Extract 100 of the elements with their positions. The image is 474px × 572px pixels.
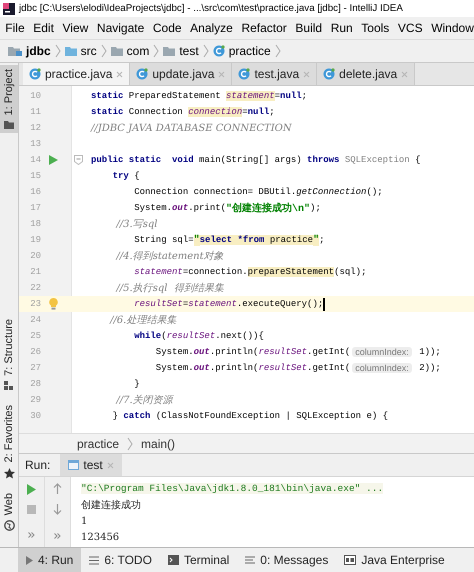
close-icon[interactable] [401, 70, 408, 78]
menu-item[interactable]: File [1, 21, 29, 35]
breadcrumb-item[interactable]: jdbc [26, 44, 51, 58]
menu-item[interactable]: Tools [357, 21, 394, 35]
line-number: 17 [29, 203, 41, 213]
run-label: Run: [24, 458, 52, 472]
folder-icon [163, 46, 176, 56]
console-output: 创建连接成功 [81, 498, 141, 512]
folder-icon [8, 46, 22, 56]
code-token: } [133, 379, 140, 389]
close-icon[interactable] [106, 462, 114, 468]
menu-item[interactable]: Analyze [186, 21, 238, 35]
breadcrumb-item[interactable]: src [80, 44, 97, 58]
fold-icon[interactable] [74, 155, 83, 165]
breadcrumb-item[interactable]: practice [228, 44, 271, 58]
console-command: "C:\Program Files\Java\jdk1.8.0_181\bin\java.exe" ... [81, 482, 384, 494]
double-chevron-icon[interactable] [54, 533, 61, 539]
breadcrumb-item[interactable]: test [179, 44, 199, 58]
close-icon[interactable] [218, 70, 226, 78]
window-icon [68, 460, 80, 470]
code-token: prepareStatement [248, 267, 334, 277]
breadcrumb-item[interactable]: main() [141, 436, 176, 450]
tool-window-tab[interactable]: 1: Project [0, 65, 18, 134]
tool-window-button[interactable]: Java Enterprise [336, 548, 453, 572]
code-token: main(String[] args) [198, 155, 303, 165]
breadcrumb-item[interactable]: practice [77, 436, 120, 450]
chevron-icon [127, 436, 134, 450]
line-number: 14 [29, 155, 41, 165]
chevron-icon [100, 44, 107, 58]
editor-tab[interactable]: delete.java [317, 63, 416, 85]
code-token: out [194, 347, 210, 357]
class-icon [212, 45, 225, 57]
menu-item[interactable]: Build [291, 21, 326, 35]
run-icon[interactable] [27, 484, 36, 495]
code-token: =connection. [182, 267, 248, 277]
code-token: = [274, 91, 280, 101]
run-tab[interactable]: test [60, 454, 122, 476]
tool-window-button[interactable]: 4: Run [18, 548, 82, 572]
line-number: 18 [29, 219, 41, 229]
menu-item[interactable]: Run [326, 21, 357, 35]
code-token: ; [302, 91, 308, 101]
chevron-icon [54, 44, 61, 58]
editor-tab[interactable]: practice.java [23, 63, 130, 85]
line-number: 26 [29, 347, 41, 357]
tool-window-tab[interactable]: 7: Structure [0, 315, 18, 396]
tool-window-button[interactable]: 6: TODO [81, 548, 160, 572]
menu-item[interactable]: Refactor [237, 21, 292, 35]
line-number: 16 [29, 187, 41, 197]
menu-item[interactable]: Edit [28, 21, 58, 35]
class-icon [323, 68, 336, 80]
code-token: resultSet [258, 363, 308, 373]
list-icon [89, 556, 100, 564]
enterprise-icon [344, 555, 356, 565]
line-number: 25 [29, 331, 41, 341]
code-token: Connection connection= DBUtil. [133, 187, 296, 197]
line-number: 12 [29, 123, 41, 133]
tool-window-tab[interactable]: Web [0, 488, 18, 535]
down-arrow-icon[interactable] [53, 504, 62, 515]
tool-window-button[interactable]: 0: Messages [237, 548, 336, 572]
run-icon[interactable] [49, 155, 58, 165]
tool-window-tab[interactable]: 2: Favorites [0, 401, 18, 483]
star-icon [4, 468, 14, 479]
string-literal: " [194, 234, 200, 246]
line-number: 24 [29, 315, 41, 325]
menu-item[interactable]: Code [148, 21, 186, 35]
up-arrow-icon[interactable] [53, 483, 62, 494]
code-token: null [248, 107, 270, 117]
code-comment: //7.关闭资源 [114, 394, 173, 407]
editor-tab[interactable]: update.java [130, 63, 232, 85]
line-number: 29 [29, 395, 41, 405]
parameter-hint: columnIndex: [352, 363, 412, 373]
close-icon[interactable] [303, 70, 310, 78]
bulb-icon[interactable] [49, 298, 58, 310]
line-number: 15 [29, 171, 41, 181]
menu-item[interactable]: Navigate [92, 21, 149, 35]
parameter-hint: columnIndex: [352, 347, 412, 357]
text-cursor [323, 298, 325, 310]
code-token: connection [188, 107, 242, 117]
menu-item[interactable]: Window [426, 21, 474, 35]
line-number: 22 [29, 283, 41, 293]
chevron-icon [153, 44, 160, 58]
code-token: = [242, 107, 248, 117]
code-token: .next()){ [215, 331, 264, 341]
menu-item[interactable]: VCS [394, 21, 427, 35]
code-token: System. [154, 347, 194, 357]
code-token: (ClassNotFoundException | SQLException e) { [154, 411, 388, 421]
class-icon [238, 68, 250, 80]
code-token: { [133, 171, 140, 181]
tool-window-button[interactable]: Terminal [160, 548, 238, 572]
code-comment: //JDBC JAVA DATABASE CONNECTION [91, 122, 292, 134]
code-token: practice [264, 235, 314, 245]
code-token: System. [133, 203, 172, 213]
menu-item[interactable]: View [58, 21, 93, 35]
code-token: try [112, 171, 129, 181]
close-icon[interactable] [116, 70, 124, 78]
double-chevron-icon[interactable] [28, 532, 35, 538]
code-comment: //3.写sql [114, 218, 158, 231]
editor-tab[interactable]: test.java [232, 63, 318, 85]
breadcrumb-item[interactable]: com [126, 44, 150, 58]
line-number: 19 [29, 235, 41, 245]
